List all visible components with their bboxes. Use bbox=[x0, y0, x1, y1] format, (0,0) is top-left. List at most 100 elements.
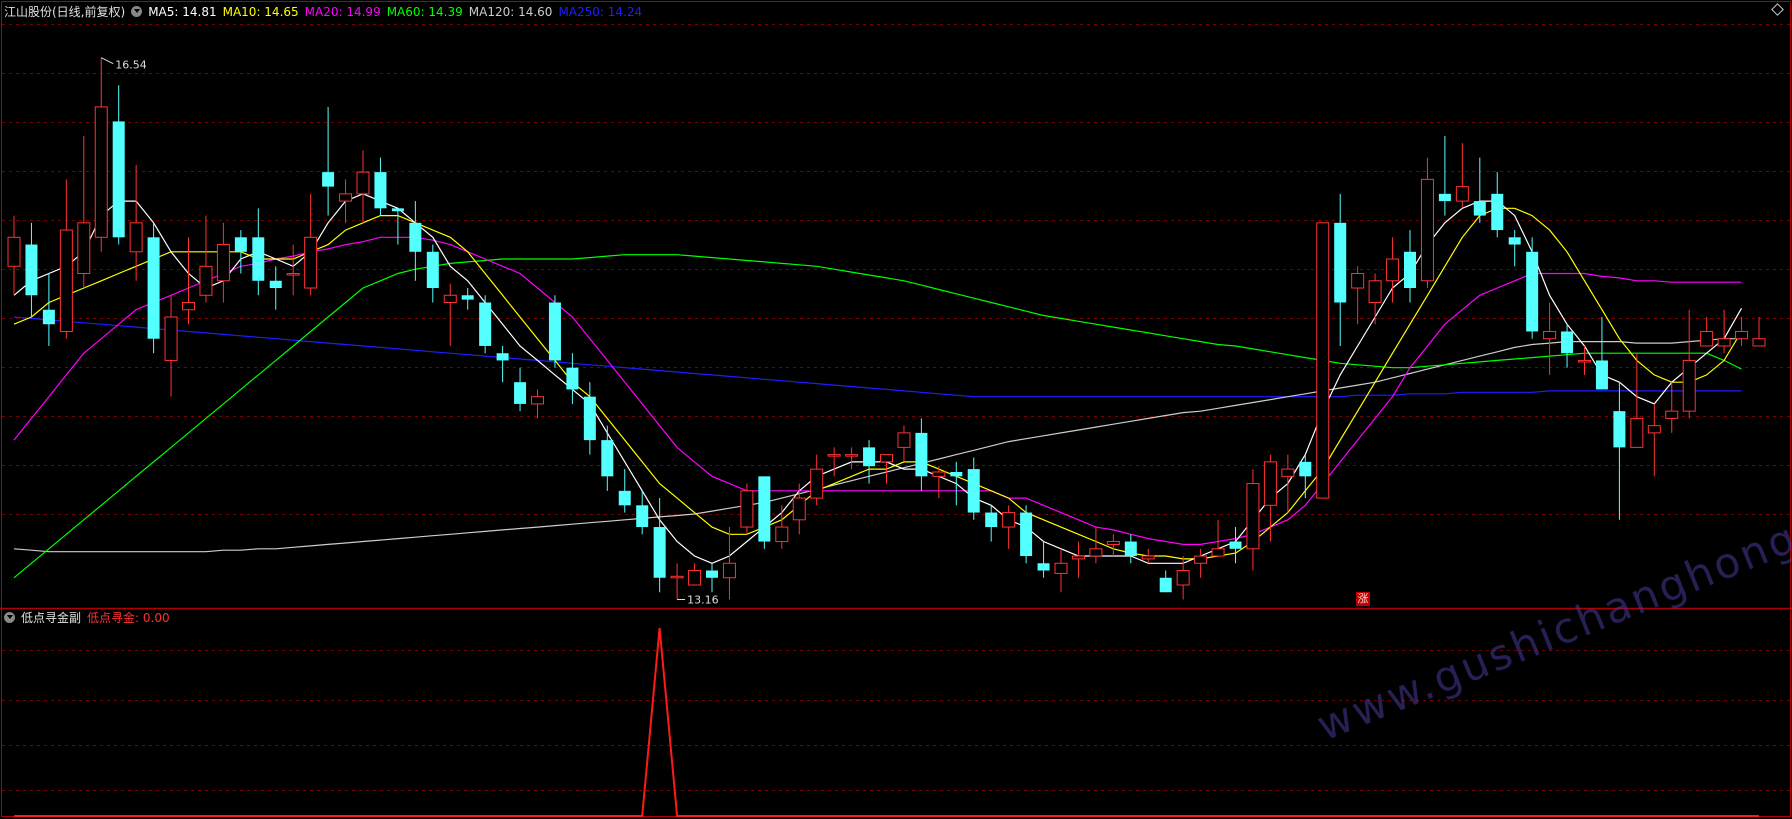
candle-body-up bbox=[1246, 483, 1260, 550]
candle-body-down bbox=[1438, 193, 1451, 202]
candle-body-down bbox=[1508, 237, 1521, 245]
candle-body-up bbox=[129, 222, 143, 253]
candle-body-down bbox=[1299, 461, 1312, 477]
candle-body-up bbox=[845, 454, 859, 457]
candle-body-up bbox=[1071, 555, 1085, 560]
candle-body-down bbox=[1526, 251, 1539, 332]
candle-body-up bbox=[339, 193, 353, 202]
indicator-title: 低点寻金副 bbox=[21, 611, 82, 625]
dropdown-icon[interactable] bbox=[131, 6, 143, 17]
candle-body-down bbox=[426, 251, 439, 289]
candle-body-down bbox=[147, 237, 160, 339]
candle-body-down bbox=[252, 237, 265, 281]
candle-body-up bbox=[1194, 555, 1208, 564]
candle-body-up bbox=[1141, 555, 1155, 560]
candle-body-down bbox=[548, 302, 561, 361]
candle-body-down bbox=[1473, 201, 1486, 216]
candle-body-down bbox=[112, 121, 125, 238]
candle-body-up bbox=[182, 302, 195, 311]
candle-body-up bbox=[164, 316, 178, 361]
candle-body-up bbox=[443, 294, 457, 303]
candle-body-down bbox=[479, 302, 492, 346]
candle-body-up bbox=[1700, 330, 1714, 347]
candle-body-down bbox=[863, 447, 876, 467]
high-marker bbox=[101, 57, 114, 65]
candle-body-up bbox=[1630, 417, 1644, 448]
candle-body-up bbox=[1054, 562, 1068, 574]
candle-body-down bbox=[636, 505, 649, 528]
candle-body-up bbox=[897, 432, 911, 448]
candle-body-up bbox=[59, 229, 73, 332]
candle-body-up bbox=[1682, 359, 1696, 412]
candle-body-down bbox=[1404, 251, 1416, 289]
candle-body-up bbox=[216, 244, 230, 282]
stock-title: 江山股份(日线,前复权) bbox=[4, 5, 126, 19]
candle-body-down bbox=[374, 172, 387, 209]
candle-body-up bbox=[1735, 330, 1749, 340]
candle-body-down bbox=[514, 382, 527, 404]
candle-body-up bbox=[356, 171, 370, 195]
candle-body-down bbox=[566, 367, 579, 390]
indicator-value: 低点寻金: 0.00 bbox=[87, 611, 170, 625]
candle-body-down bbox=[1124, 541, 1137, 557]
candle-body-up bbox=[1543, 330, 1557, 340]
candle-body-down bbox=[409, 222, 422, 252]
candle-body-down bbox=[42, 309, 55, 325]
candle-body-up bbox=[1351, 273, 1365, 289]
chart-window: 16.54 13.16 江山股份(日线,前复权) MA5: 14.81 MA10:… bbox=[0, 0, 1792, 819]
ma5-label: MA5: 14.81 bbox=[148, 4, 217, 19]
candle-body-down bbox=[1561, 331, 1574, 354]
candle-body-down bbox=[1159, 577, 1172, 593]
candle-body-down bbox=[1020, 512, 1033, 557]
dropdown-icon[interactable] bbox=[4, 612, 15, 623]
ma20-label: MA20: 14.99 bbox=[304, 4, 381, 19]
ma120-label: MA120: 14.60 bbox=[468, 4, 553, 19]
candle-body-up bbox=[880, 454, 893, 463]
candle-body-down bbox=[322, 172, 335, 187]
candle-body-down bbox=[1229, 541, 1242, 549]
candle-body-up bbox=[1106, 541, 1120, 545]
candle-body-up bbox=[94, 106, 108, 238]
chart-frame bbox=[1, 1, 1791, 817]
low-label: 13.16 bbox=[687, 593, 719, 606]
ma250-line bbox=[13, 316, 1742, 398]
candle-body-down bbox=[1037, 563, 1050, 571]
candle-body-down bbox=[601, 440, 614, 477]
sub-header: 低点寻金副 低点寻金: 0.00 bbox=[4, 609, 176, 626]
ma10-line bbox=[13, 207, 1743, 560]
price-chart: 16.54 13.16 bbox=[0, 1, 1792, 817]
candle-body-up bbox=[810, 468, 824, 499]
candle-body-up bbox=[1717, 338, 1731, 347]
candle-body-up bbox=[1316, 222, 1330, 499]
candle-body-up bbox=[1578, 359, 1591, 363]
candle-body-down bbox=[583, 396, 596, 441]
candle-body-down bbox=[915, 432, 928, 477]
candle-body-down bbox=[269, 280, 282, 289]
candle-body-down bbox=[618, 490, 631, 506]
ma10-label: MA10: 14.65 bbox=[222, 4, 299, 19]
candle-body-up bbox=[827, 454, 841, 457]
candle-body-down bbox=[653, 527, 666, 578]
candle-body-down bbox=[1334, 222, 1347, 303]
ma250-label: MA250: 14.24 bbox=[558, 4, 643, 19]
candle-body-up bbox=[286, 273, 300, 276]
candle-body-up bbox=[1263, 461, 1277, 506]
candle-body-up bbox=[304, 236, 318, 289]
candle-body-up bbox=[1089, 548, 1103, 557]
candle-body-down bbox=[391, 208, 404, 212]
candle-body-up bbox=[1176, 570, 1190, 586]
candle-body-up bbox=[199, 265, 213, 296]
candle-body-up bbox=[1281, 468, 1295, 477]
candle-body-down bbox=[25, 244, 38, 296]
candle-body-up bbox=[7, 236, 21, 267]
high-label: 16.54 bbox=[115, 59, 147, 72]
candle-body-up bbox=[792, 497, 806, 521]
candle-body-up bbox=[1647, 425, 1661, 434]
candle-body-up bbox=[775, 526, 789, 543]
main-header: 江山股份(日线,前复权) MA5: 14.81 MA10: 14.65 MA20… bbox=[4, 3, 648, 20]
candle-body-down bbox=[461, 295, 474, 300]
candle-body-up bbox=[1211, 548, 1225, 557]
signal-badge: 涨 bbox=[1356, 592, 1370, 606]
candle-body-down bbox=[1491, 193, 1504, 231]
candle-body-up bbox=[1386, 258, 1400, 282]
